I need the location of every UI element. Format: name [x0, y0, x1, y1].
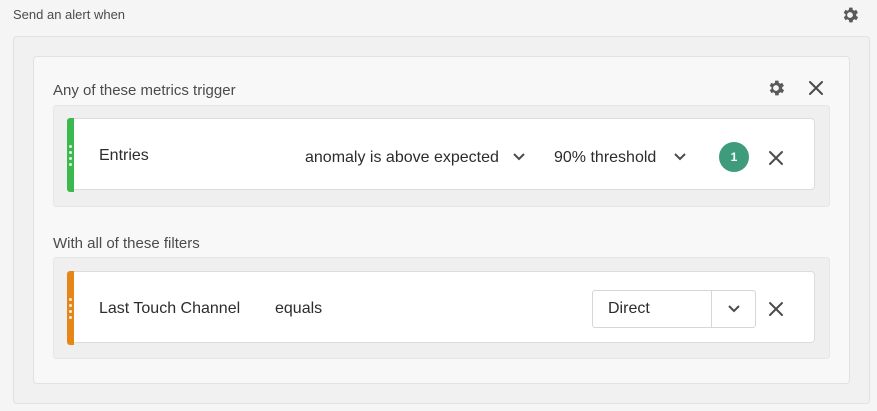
metric-name: Entries [99, 147, 149, 164]
chevron-down-icon[interactable] [512, 152, 526, 162]
filter-drag-handle[interactable] [67, 271, 74, 345]
filters-section-label: With all of these filters [53, 235, 200, 252]
rule-settings-button[interactable] [764, 77, 788, 99]
chevron-down-icon[interactable] [673, 152, 687, 162]
metric-remove-button[interactable] [765, 147, 787, 169]
header-settings-button[interactable] [838, 4, 862, 26]
metrics-section-label: Any of these metrics trigger [53, 82, 236, 99]
close-icon [769, 302, 783, 316]
metric-threshold-dropdown[interactable]: 90% threshold [554, 149, 656, 167]
gear-icon [843, 7, 859, 23]
close-icon [809, 81, 823, 95]
metric-condition-dropdown[interactable]: anomaly is above expected [305, 149, 499, 167]
filter-dimension: Last Touch Channel [99, 300, 241, 317]
metric-drag-handle[interactable] [67, 118, 74, 192]
filter-value-dropdown-button[interactable] [711, 291, 755, 327]
alert-header-title: Send an alert when [13, 7, 126, 22]
gear-icon [769, 80, 785, 96]
filter-operator: equals [275, 300, 323, 317]
filter-value-select[interactable]: Direct [592, 290, 756, 328]
chevron-down-icon [727, 305, 740, 313]
filter-value: Direct [608, 300, 650, 317]
filter-remove-button[interactable] [765, 298, 787, 320]
rule-remove-button[interactable] [805, 77, 827, 99]
close-icon [769, 151, 783, 165]
metric-count-badge[interactable]: 1 [719, 142, 749, 172]
